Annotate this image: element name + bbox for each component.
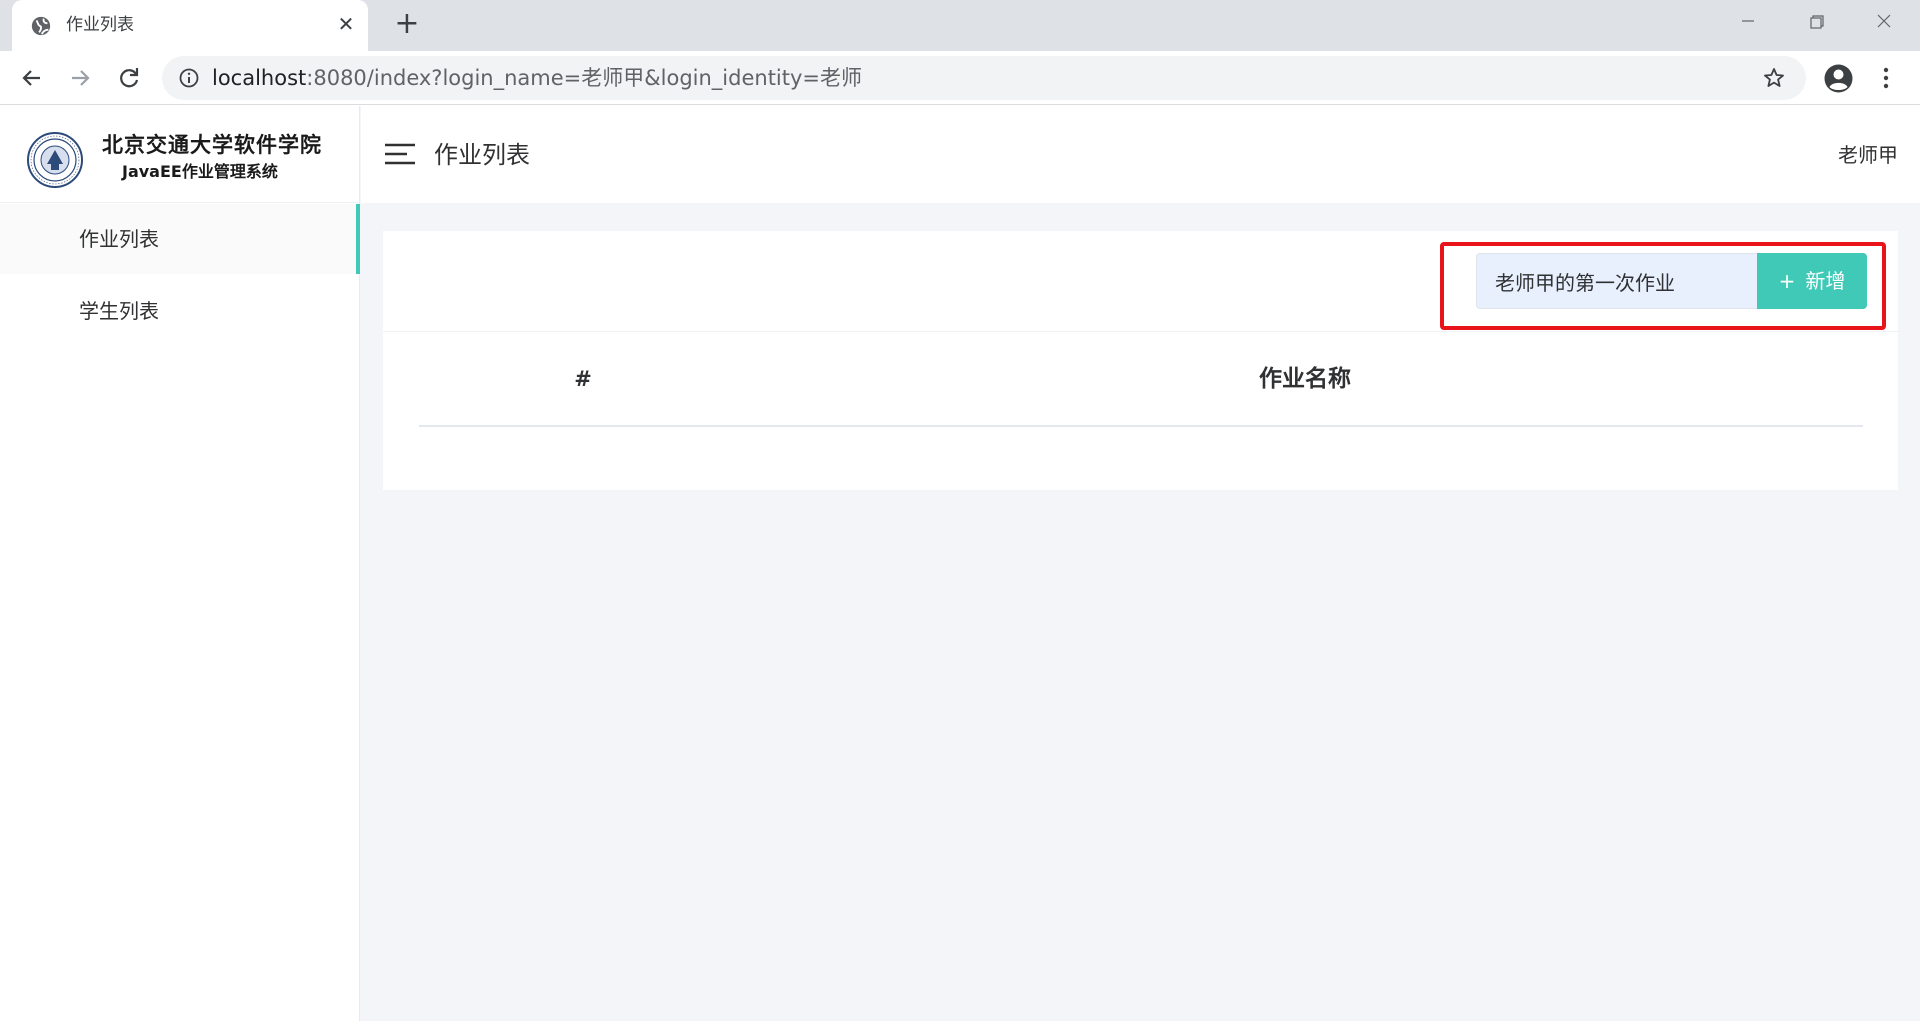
back-arrow-icon[interactable]: [16, 62, 48, 94]
window-close-icon[interactable]: [1864, 6, 1904, 36]
plus-icon: +: [1778, 269, 1796, 293]
browser-tabstrip: 作业列表 ✕ +: [0, 0, 1920, 51]
url-host: localhost: [212, 66, 307, 90]
star-icon[interactable]: [1762, 66, 1786, 90]
logo-title: 北京交通大学软件学院: [102, 133, 322, 157]
forward-arrow-icon[interactable]: [64, 62, 96, 94]
homework-name-input[interactable]: [1476, 253, 1757, 309]
address-bar[interactable]: localhost:8080/index?login_name=老师甲&logi…: [162, 56, 1806, 100]
sidebar: 北京交通大学软件学院 JavaEE作业管理系统 作业列表 学生列表: [0, 106, 360, 1021]
info-icon[interactable]: [178, 67, 200, 89]
column-header-index: #: [574, 367, 592, 391]
column-header-homework-name: 作业名称: [1259, 366, 1351, 392]
more-vert-icon[interactable]: [1874, 65, 1898, 91]
browser-tab[interactable]: 作业列表 ✕: [12, 0, 368, 51]
globe-icon: [31, 16, 51, 36]
profile-icon[interactable]: [1823, 63, 1854, 94]
url-path: :8080/index?login_name=老师甲&login_identit…: [306, 66, 863, 90]
sidebar-item-homework-list[interactable]: 作业列表: [0, 204, 360, 274]
logo-subtitle: JavaEE作业管理系统: [122, 162, 278, 181]
page-title: 作业列表: [434, 141, 530, 169]
url-text[interactable]: localhost:8080/index?login_name=老师甲&logi…: [212, 66, 862, 90]
tab-title: 作业列表: [66, 15, 134, 35]
user-name[interactable]: 老师甲: [1838, 142, 1898, 168]
close-icon[interactable]: ✕: [334, 12, 358, 36]
app-root: 北京交通大学软件学院 JavaEE作业管理系统 作业列表 学生列表 作业列表 老…: [0, 106, 1920, 1021]
university-seal-logo: [27, 132, 83, 188]
sidebar-item-student-list[interactable]: 学生列表: [0, 276, 360, 346]
card-toolbar: + 新增: [383, 231, 1898, 332]
minimize-icon[interactable]: [1728, 6, 1768, 36]
homework-card: + 新增 # 作业名称: [383, 231, 1898, 490]
reload-icon[interactable]: [113, 62, 145, 94]
hamburger-menu-icon[interactable]: [385, 142, 415, 166]
logo-area: 北京交通大学软件学院 JavaEE作业管理系统: [0, 106, 360, 203]
add-button-label: 新增: [1805, 269, 1846, 293]
new-tab-button[interactable]: +: [392, 9, 422, 40]
browser-toolbar: localhost:8080/index?login_name=老师甲&logi…: [0, 51, 1920, 105]
table-header: # 作业名称: [419, 332, 1863, 427]
homework-table: # 作业名称: [419, 332, 1863, 427]
add-homework-button[interactable]: + 新增: [1757, 253, 1867, 309]
page-header: 作业列表 老师甲: [361, 106, 1920, 203]
restore-icon[interactable]: [1797, 6, 1837, 36]
